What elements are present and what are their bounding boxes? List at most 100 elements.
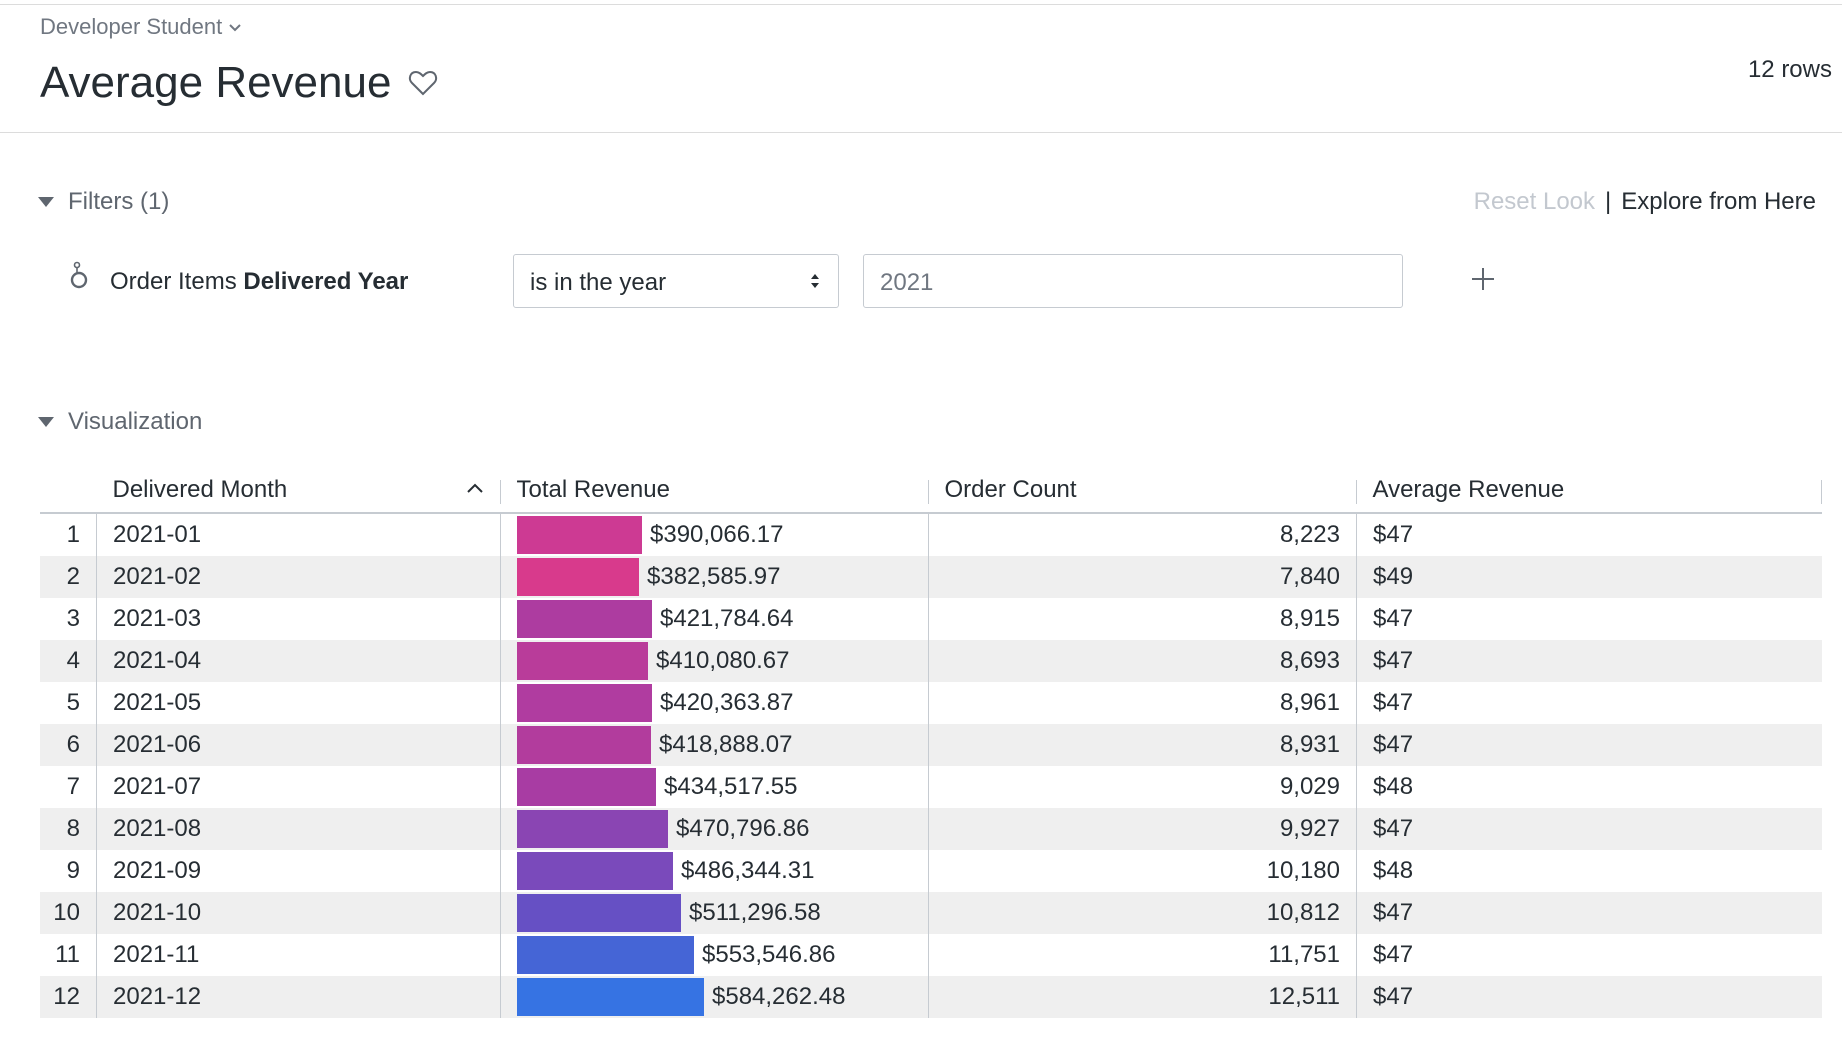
cell-total-revenue[interactable]: $420,363.87 — [500, 682, 929, 724]
cell-total-revenue[interactable]: $390,066.17 — [500, 513, 929, 556]
reset-look-link[interactable]: Reset Look — [1474, 188, 1595, 216]
row-index: 5 — [40, 682, 97, 724]
cell-delivered-month[interactable]: 2021-04 — [96, 640, 501, 682]
revenue-bar — [517, 600, 652, 638]
cell-total-revenue[interactable]: $486,344.31 — [500, 850, 929, 892]
table-row: 4 2021-04 $410,080.67 8,693 $47 — [40, 640, 1822, 682]
filter-operator-select[interactable]: is in the year — [513, 254, 839, 308]
cell-delivered-month[interactable]: 2021-06 — [96, 724, 501, 766]
cell-order-count[interactable]: 11,751 — [928, 934, 1357, 976]
revenue-bar-wrap: $470,796.86 — [517, 809, 928, 849]
cell-delivered-month[interactable]: 2021-03 — [96, 598, 501, 640]
revenue-bar — [517, 726, 651, 764]
cell-average-revenue[interactable]: $47 — [1356, 808, 1822, 850]
dimension-icon — [70, 261, 88, 289]
cell-total-revenue[interactable]: $410,080.67 — [500, 640, 929, 682]
cell-average-revenue[interactable]: $48 — [1357, 766, 1823, 808]
revenue-value: $410,080.67 — [656, 647, 790, 674]
table-row: 1 2021-01 $390,066.17 8,223 $47 — [40, 513, 1822, 556]
column-header-total-revenue[interactable]: Total Revenue — [500, 468, 929, 514]
row-index: 12 — [40, 976, 97, 1018]
revenue-value: $382,585.97 — [647, 563, 781, 590]
cell-average-revenue[interactable]: $48 — [1357, 850, 1823, 892]
column-header-label: Delivered Month — [112, 476, 288, 503]
cell-average-revenue[interactable]: $47 — [1357, 934, 1823, 976]
filter-value-input[interactable]: 2021 — [863, 254, 1403, 308]
cell-delivered-month[interactable]: 2021-05 — [96, 682, 501, 724]
cell-total-revenue[interactable]: $382,585.97 — [500, 556, 929, 598]
cell-average-revenue[interactable]: $47 — [1357, 513, 1823, 556]
heart-icon[interactable] — [407, 67, 439, 99]
cell-average-revenue[interactable]: $47 — [1357, 682, 1823, 724]
cell-order-count[interactable]: 8,915 — [928, 598, 1357, 640]
row-index: 1 — [40, 513, 97, 556]
cell-average-revenue[interactable]: $47 — [1356, 892, 1822, 934]
cell-average-revenue[interactable]: $47 — [1356, 724, 1822, 766]
table-row: 8 2021-08 $470,796.86 9,927 $47 — [40, 808, 1822, 850]
revenue-value: $511,296.58 — [689, 899, 821, 926]
revenue-bar — [517, 684, 652, 722]
revenue-bar-wrap: $434,517.55 — [517, 767, 928, 807]
cell-total-revenue[interactable]: $434,517.55 — [500, 766, 929, 808]
filters-header: Filters (1) — [68, 188, 170, 215]
cell-order-count[interactable]: 10,180 — [928, 850, 1357, 892]
cell-total-revenue[interactable]: $418,888.07 — [500, 724, 929, 766]
cell-average-revenue[interactable]: $47 — [1356, 976, 1822, 1018]
cell-delivered-month[interactable]: 2021-01 — [96, 513, 501, 556]
breadcrumb[interactable]: Developer Student — [40, 14, 242, 40]
cell-order-count[interactable]: 8,223 — [928, 513, 1357, 556]
revenue-bar — [517, 516, 642, 554]
table-row: 7 2021-07 $434,517.55 9,029 $48 — [40, 766, 1822, 808]
column-header-delivered-month[interactable]: Delivered Month — [96, 468, 501, 514]
cell-total-revenue[interactable]: $470,796.86 — [500, 808, 929, 850]
table-row: 5 2021-05 $420,363.87 8,961 $47 — [40, 682, 1822, 724]
caret-down-icon — [38, 197, 54, 207]
cell-delivered-month[interactable]: 2021-12 — [96, 976, 501, 1018]
sort-ascending-icon[interactable] — [466, 483, 483, 493]
cell-order-count[interactable]: 8,693 — [928, 640, 1357, 682]
top-divider — [0, 4, 1842, 5]
row-index: 7 — [40, 766, 97, 808]
cell-order-count[interactable]: 9,029 — [928, 766, 1357, 808]
cell-delivered-month[interactable]: 2021-11 — [96, 934, 501, 976]
table-row: 11 2021-11 $553,546.86 11,751 $47 — [40, 934, 1822, 976]
cell-total-revenue[interactable]: $584,262.48 — [500, 976, 929, 1018]
revenue-bar — [517, 768, 656, 806]
cell-order-count[interactable]: 8,961 — [928, 682, 1357, 724]
cell-delivered-month[interactable]: 2021-09 — [96, 850, 501, 892]
page-title: Average Revenue — [40, 58, 392, 107]
cell-total-revenue[interactable]: $553,546.86 — [500, 934, 929, 976]
cell-average-revenue[interactable]: $47 — [1357, 598, 1823, 640]
row-index: 8 — [40, 808, 97, 850]
revenue-bar-wrap: $486,344.31 — [517, 851, 928, 891]
cell-average-revenue[interactable]: $47 — [1356, 640, 1822, 682]
cell-order-count[interactable]: 9,927 — [928, 808, 1357, 850]
column-header-average-revenue[interactable]: Average Revenue — [1356, 468, 1822, 514]
revenue-bar — [517, 852, 673, 890]
cell-order-count[interactable]: 8,931 — [928, 724, 1357, 766]
row-index: 4 — [40, 640, 97, 682]
column-header-order-count[interactable]: Order Count — [928, 468, 1357, 514]
table-row: 3 2021-03 $421,784.64 8,915 $47 — [40, 598, 1822, 640]
visualization-toggle[interactable]: Visualization — [38, 408, 202, 436]
cell-delivered-month[interactable]: 2021-10 — [96, 892, 501, 934]
explore-from-here-link[interactable]: Explore from Here — [1621, 188, 1816, 216]
cell-delivered-month[interactable]: 2021-07 — [96, 766, 501, 808]
cell-delivered-month[interactable]: 2021-08 — [96, 808, 501, 850]
revenue-bar-wrap: $390,066.17 — [517, 515, 928, 555]
cell-order-count[interactable]: 12,511 — [928, 976, 1357, 1018]
cell-order-count[interactable]: 10,812 — [928, 892, 1357, 934]
cell-order-count[interactable]: 7,840 — [928, 556, 1357, 598]
cell-total-revenue[interactable]: $511,296.58 — [500, 892, 929, 934]
row-index: 3 — [40, 598, 97, 640]
cell-total-revenue[interactable]: $421,784.64 — [500, 598, 929, 640]
cell-average-revenue[interactable]: $49 — [1356, 556, 1822, 598]
table-body: 1 2021-01 $390,066.17 8,223 $47 2 2021-02 $382,… — [40, 513, 1822, 1018]
table-row: 6 2021-06 $418,888.07 8,931 $47 — [40, 724, 1822, 766]
revenue-bar-wrap: $421,784.64 — [517, 599, 928, 639]
revenue-value: $486,344.31 — [681, 857, 815, 884]
plus-icon[interactable] — [1470, 266, 1496, 292]
filters-toggle[interactable]: Filters (1) — [38, 188, 169, 216]
cell-delivered-month[interactable]: 2021-02 — [96, 556, 501, 598]
column-header-label: Order Count — [944, 476, 1077, 503]
